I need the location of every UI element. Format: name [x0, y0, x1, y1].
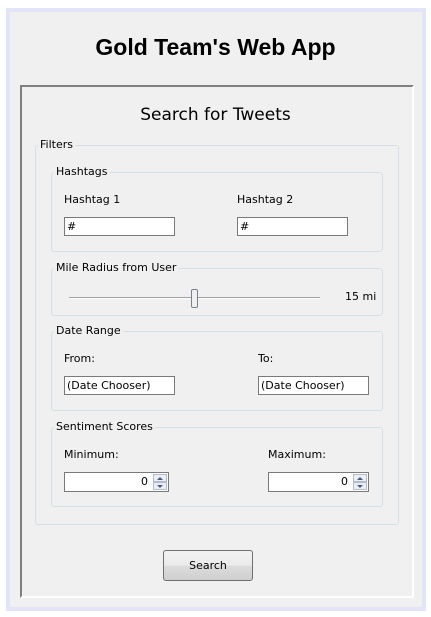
- arrow-up-icon: [357, 477, 363, 480]
- maximum-spinner[interactable]: 0: [268, 472, 369, 492]
- hashtags-legend: Hashtags: [54, 165, 110, 178]
- hashtag1-input[interactable]: #: [64, 217, 175, 236]
- maximum-label: Maximum:: [268, 448, 326, 461]
- to-date-chooser[interactable]: (Date Chooser): [258, 376, 369, 395]
- filters-legend: Filters: [38, 138, 75, 151]
- app-title: Gold Team's Web App: [95, 34, 336, 60]
- minimum-increment-button[interactable]: [153, 474, 167, 482]
- maximum-increment-button[interactable]: [353, 474, 367, 482]
- minimum-value: 0: [141, 475, 148, 488]
- radius-group: [51, 268, 383, 316]
- maximum-decrement-button[interactable]: [353, 482, 367, 490]
- date-range-legend: Date Range: [54, 324, 123, 337]
- sentiment-group: [51, 427, 383, 507]
- from-date-chooser[interactable]: (Date Chooser): [64, 376, 175, 395]
- to-label: To:: [258, 352, 274, 365]
- date-range-group: [51, 331, 383, 411]
- hashtag2-input[interactable]: #: [237, 217, 348, 236]
- minimum-label: Minimum:: [64, 448, 119, 461]
- arrow-up-icon: [157, 477, 163, 480]
- radius-slider-thumb[interactable]: [191, 289, 198, 308]
- form-title: Search for Tweets: [140, 105, 291, 125]
- arrow-down-icon: [157, 485, 163, 488]
- minimum-spinner[interactable]: 0: [64, 472, 169, 492]
- radius-legend: Mile Radius from User: [54, 261, 179, 274]
- hashtag2-label: Hashtag 2: [237, 193, 294, 206]
- arrow-down-icon: [357, 485, 363, 488]
- from-label: From:: [64, 352, 95, 365]
- hashtag1-label: Hashtag 1: [64, 193, 121, 206]
- maximum-value: 0: [341, 475, 348, 488]
- hashtags-group: [51, 172, 383, 252]
- minimum-decrement-button[interactable]: [153, 482, 167, 490]
- radius-value: 15 mi: [345, 290, 377, 303]
- sentiment-legend: Sentiment Scores: [54, 420, 155, 433]
- search-button[interactable]: Search: [163, 550, 253, 581]
